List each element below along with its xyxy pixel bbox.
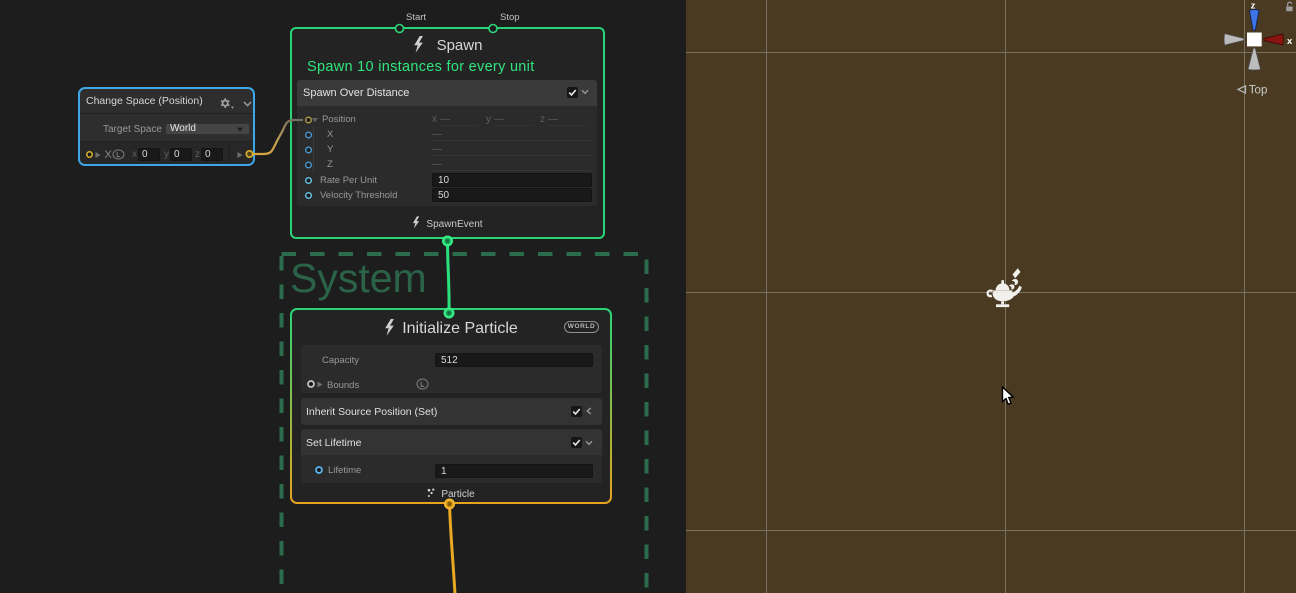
svg-text:Top: Top — [1249, 84, 1268, 96]
svg-text:x: x — [1287, 36, 1293, 47]
